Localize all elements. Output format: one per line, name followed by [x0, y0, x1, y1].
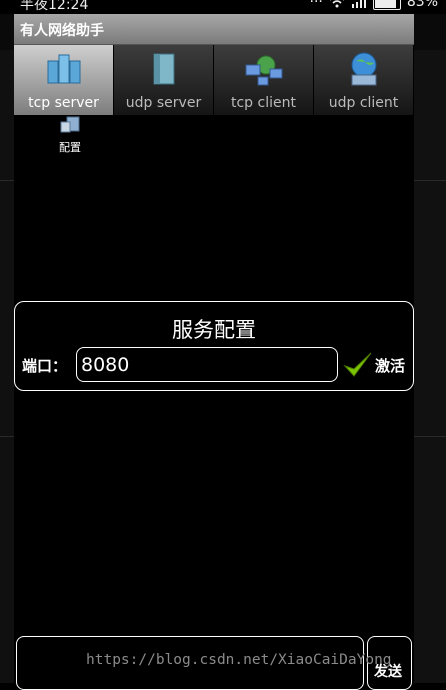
config-computer-icon [60, 116, 80, 133]
network-computer-icon [245, 55, 282, 86]
battery-percent: 83% [406, 0, 438, 10]
tab-label: tcp server [28, 95, 99, 111]
config-shortcut[interactable]: 配置 [52, 116, 88, 155]
battery-icon [372, 0, 401, 10]
config-label: 配置 [59, 141, 81, 154]
tab-label: udp server [125, 95, 202, 111]
activate-label: 激活 [375, 356, 406, 375]
app-title: 有人网络助手 [20, 23, 104, 39]
checkmark-icon [343, 352, 372, 377]
status-icons: ··· 83% [310, 0, 438, 10]
app-titlebar: 有人网络助手 [14, 14, 414, 45]
port-label: 端口： [22, 357, 68, 375]
tab-label: udp client [328, 95, 399, 111]
port-input[interactable] [76, 347, 338, 382]
globe-computer-icon [351, 52, 376, 86]
status-bar: 半夜12:24 ··· 83% [0, 0, 446, 14]
tab-tcp-client[interactable]: tcp client [214, 45, 314, 115]
background-right-strip [414, 50, 446, 683]
more-icon: ··· [309, 0, 323, 10]
tab-label: tcp client [231, 95, 296, 111]
status-time: 半夜12:24 [20, 0, 89, 13]
wifi-icon [329, 0, 344, 8]
signal-icon [351, 0, 366, 8]
tab-bar: tcp server udp server tcp client udp cli… [14, 45, 414, 115]
tab-tcp-server[interactable]: tcp server [14, 45, 114, 115]
watermark-text: https://blog.csdn.net/XiaoCaiDaYong [86, 652, 392, 668]
tab-udp-server[interactable]: udp server [114, 45, 214, 115]
dialog-title: 服务配置 [172, 318, 256, 342]
service-config-dialog: 服务配置 端口： 激活 [14, 301, 414, 391]
tab-udp-client[interactable]: udp client [314, 45, 414, 115]
background-left-strip [0, 50, 14, 683]
server-icon [47, 54, 80, 84]
server-box-icon [153, 53, 174, 85]
activate-button[interactable]: 激活 [343, 350, 405, 380]
app-window: 有人网络助手 tcp server udp server tcp client … [14, 14, 414, 690]
